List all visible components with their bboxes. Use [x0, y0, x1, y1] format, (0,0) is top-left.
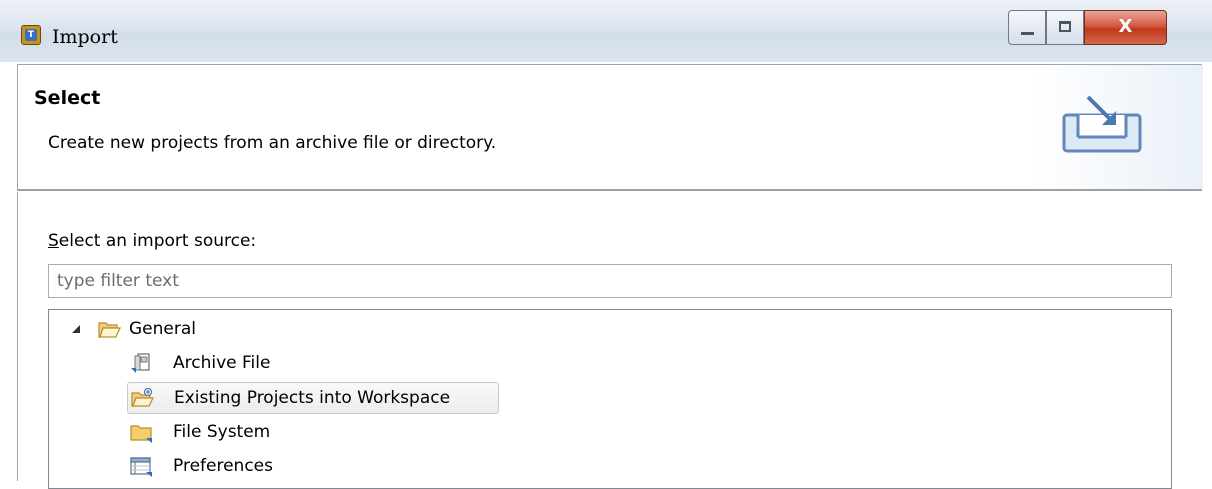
tree-item-label: Existing Projects into Workspace: [174, 388, 451, 408]
tree-item-archive-file[interactable]: Archive File: [127, 348, 327, 378]
tree-item-general[interactable]: General: [95, 314, 255, 344]
tree-item-label: File System: [173, 422, 271, 442]
tree-item-preferences[interactable]: Preferences: [127, 451, 327, 481]
import-source-tree[interactable]: General Archive File Existing Projects i…: [48, 309, 1172, 489]
window-title: Import: [52, 26, 118, 48]
page-title: Select: [34, 87, 101, 109]
import-source-label-text: elect an import source:: [58, 231, 257, 251]
filter-input[interactable]: [48, 264, 1172, 298]
tree-item-label: General: [129, 319, 196, 339]
title-bar[interactable]: T Import X: [0, 0, 1212, 62]
open-folder-icon: [98, 322, 121, 338]
tree-item-file-system[interactable]: File System: [127, 417, 327, 447]
folder-icon: [130, 425, 152, 443]
preferences-icon: [130, 457, 152, 477]
tree-item-existing-projects[interactable]: Existing Projects into Workspace: [127, 382, 499, 414]
tree-item-label: Archive File: [173, 353, 271, 373]
close-icon: X: [1118, 16, 1133, 37]
collapse-arrow-icon[interactable]: [71, 324, 81, 334]
close-button[interactable]: X: [1084, 10, 1167, 45]
import-source-label: Select an import source:: [48, 231, 256, 251]
mnemonic-letter: S: [48, 231, 59, 251]
project-folder-icon: [131, 387, 154, 407]
tree-item-label: Preferences: [173, 456, 273, 476]
archive-file-icon: [131, 353, 150, 373]
wizard-header: Select Create new projects from an archi…: [17, 64, 1203, 189]
minimize-icon: [1021, 32, 1034, 35]
import-wizard-icon: [1062, 95, 1142, 153]
maximize-icon: [1059, 21, 1071, 32]
maximize-button[interactable]: [1046, 10, 1084, 45]
app-icon: T: [21, 25, 41, 45]
minimize-button[interactable]: [1008, 10, 1046, 45]
page-description: Create new projects from an archive file…: [48, 133, 497, 153]
app-icon-letter: T: [25, 29, 37, 41]
